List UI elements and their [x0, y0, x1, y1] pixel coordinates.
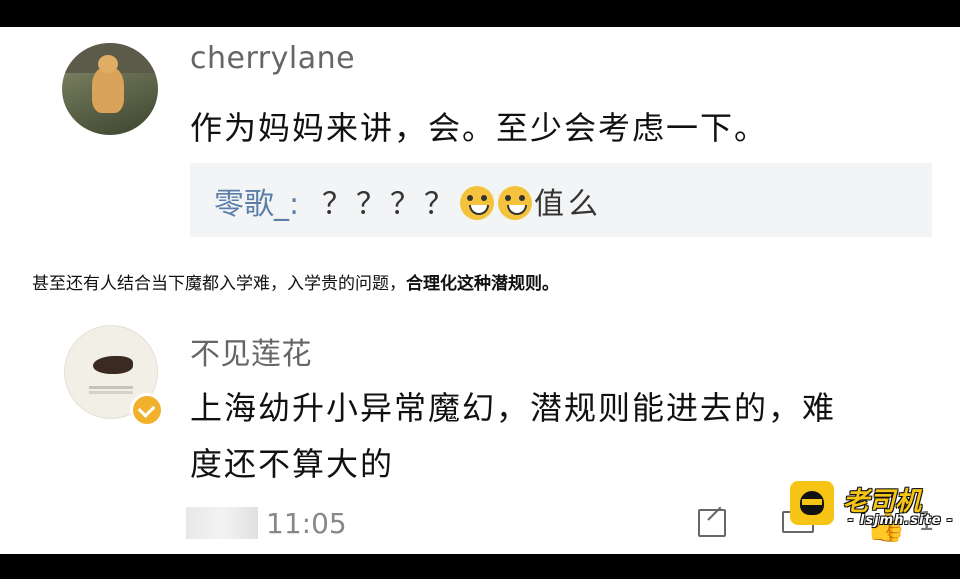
comment-time: 11:05 — [266, 507, 347, 540]
watermark-site: - lsjmh.site - — [848, 513, 954, 528]
comment1-text: 作为妈妈来讲，会。至少会考虑一下。 — [190, 109, 769, 147]
reply-username[interactable]: 零歌_: — [214, 179, 299, 223]
cat-picture — [92, 55, 124, 113]
grinning-face-icon — [460, 186, 494, 220]
comment-panel: cherrylane 作为妈妈来讲，会。至少会考虑一下。 零歌_: ？？？？ 值么… — [0, 27, 960, 554]
comment2-text-line1: 上海幼升小异常魔幻，潜规则能进去的，难 — [190, 389, 837, 427]
caption-note-text: 甚至还有人结合当下魔都入学难，入学贵的问题， — [32, 274, 406, 294]
comment2-text-line2: 度还不算大的 — [190, 445, 395, 483]
screenshot-frame: cherrylane 作为妈妈来讲，会。至少会考虑一下。 零歌_: ？？？？ 值么… — [0, 0, 960, 579]
reply-question-marks: ？？？？ — [322, 187, 458, 222]
reply-box[interactable]: 零歌_: ？？？？ 值么 — [190, 163, 932, 237]
blurred-date — [186, 507, 258, 539]
grinning-face-icon — [498, 186, 532, 220]
reply-tail-text: 值么 — [534, 187, 602, 222]
share-icon[interactable] — [696, 505, 732, 541]
reply-text: ？？？？ 值么 — [322, 179, 602, 223]
comment2-username[interactable]: 不见莲花 — [190, 329, 312, 373]
caption-note: 甚至还有人结合当下魔都入学难，入学贵的问题，合理化这种潜规则。 — [32, 269, 559, 294]
verified-badge-icon — [130, 393, 164, 427]
comment1-username[interactable]: cherrylane — [190, 41, 355, 76]
fish-picture — [93, 356, 133, 374]
watermark-logo-icon — [790, 481, 834, 525]
caption-note-bold: 合理化这种潜规则。 — [406, 274, 559, 294]
cherrylane-avatar[interactable] — [62, 43, 158, 135]
